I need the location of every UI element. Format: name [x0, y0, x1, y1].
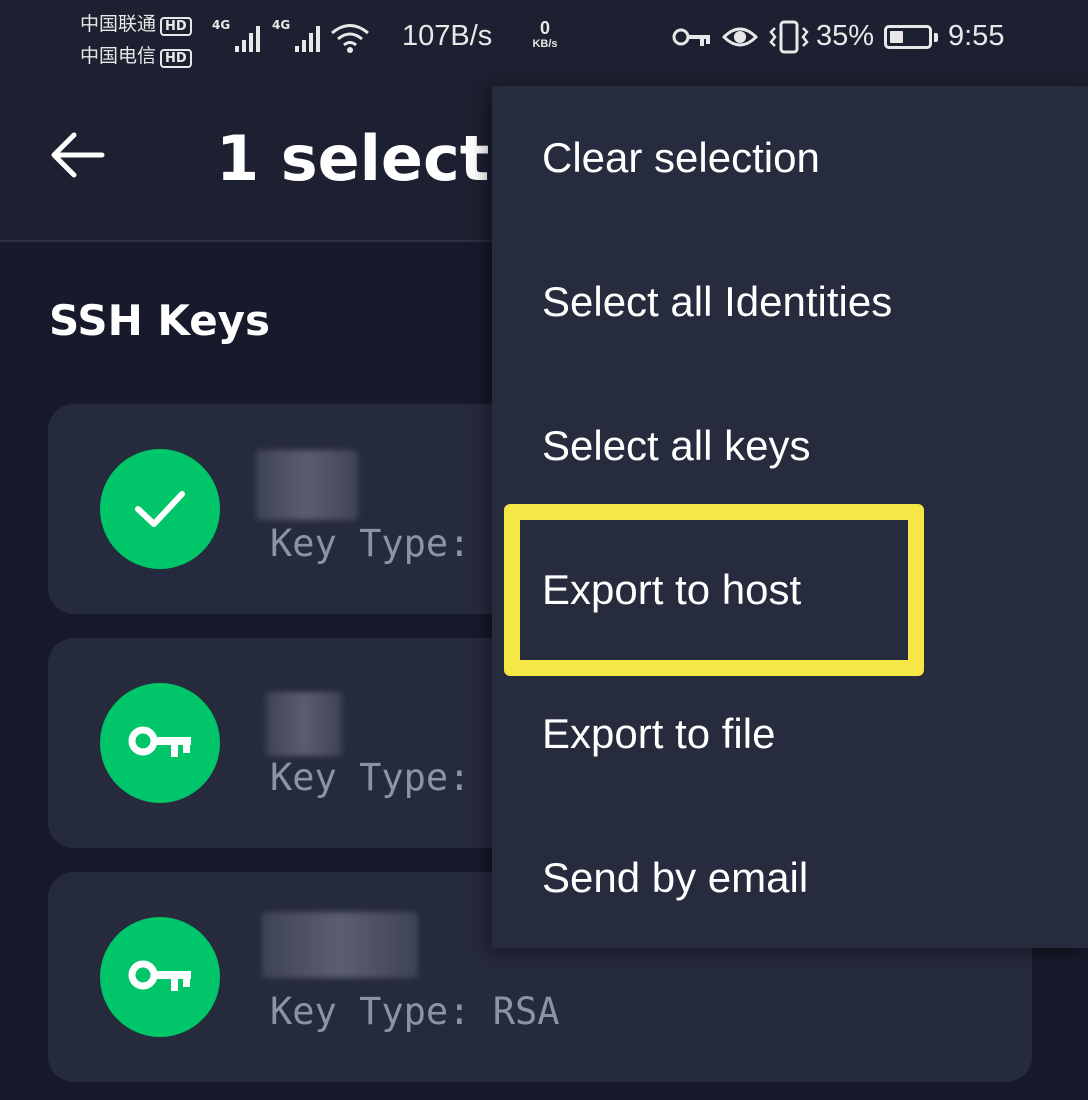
network-speed: 107B/s [402, 20, 493, 52]
menu-item-clear-selection[interactable]: Clear selection [492, 86, 1088, 230]
redacted-key-name [256, 450, 358, 520]
key-type-label: Key Type: RSA [270, 990, 560, 1033]
back-arrow-icon[interactable] [50, 132, 106, 178]
carrier-label: 中国联通 HD [80, 9, 192, 36]
hd-badge: HD [160, 17, 192, 36]
battery-percent: 35% [816, 20, 875, 52]
carrier-label: 中国电信 HD [80, 41, 192, 68]
eye-icon [722, 27, 758, 47]
vibrate-icon [769, 20, 809, 54]
signal-icon: 4G [212, 18, 261, 52]
clock: 9:55 [948, 20, 1005, 52]
avatar [100, 917, 220, 1037]
avatar [100, 449, 220, 569]
page-title: 1 selecte [216, 122, 532, 195]
menu-item-export-to-host[interactable]: Export to host [492, 518, 1088, 662]
check-icon [135, 491, 185, 527]
key-type-label: Key Type: [270, 756, 471, 799]
redacted-key-name [266, 692, 342, 756]
signal-icon: 4G [272, 18, 321, 52]
key-icon [672, 28, 710, 46]
menu-item-send-by-email[interactable]: Send by email [492, 806, 1088, 950]
upload-speed: 0 KB/s [532, 18, 558, 50]
section-title: SSH Keys [49, 296, 271, 345]
key-icon [128, 726, 191, 757]
menu-item-select-all-identities[interactable]: Select all Identities [492, 230, 1088, 374]
battery-icon [884, 25, 938, 49]
menu-item-export-to-file[interactable]: Export to file [492, 662, 1088, 806]
overflow-menu: Clear selection Select all Identities Se… [492, 86, 1088, 948]
menu-item-select-all-keys[interactable]: Select all keys [492, 374, 1088, 518]
redacted-key-name [262, 912, 418, 978]
key-type-label: Key Type: [270, 522, 471, 565]
hd-badge: HD [160, 49, 192, 68]
key-icon [128, 960, 191, 991]
avatar [100, 683, 220, 803]
wifi-icon [331, 24, 369, 53]
status-bar: 中国联通HD 中国电信HD 4G 4G 107B/s 0 KB/s 35% [0, 0, 1088, 80]
